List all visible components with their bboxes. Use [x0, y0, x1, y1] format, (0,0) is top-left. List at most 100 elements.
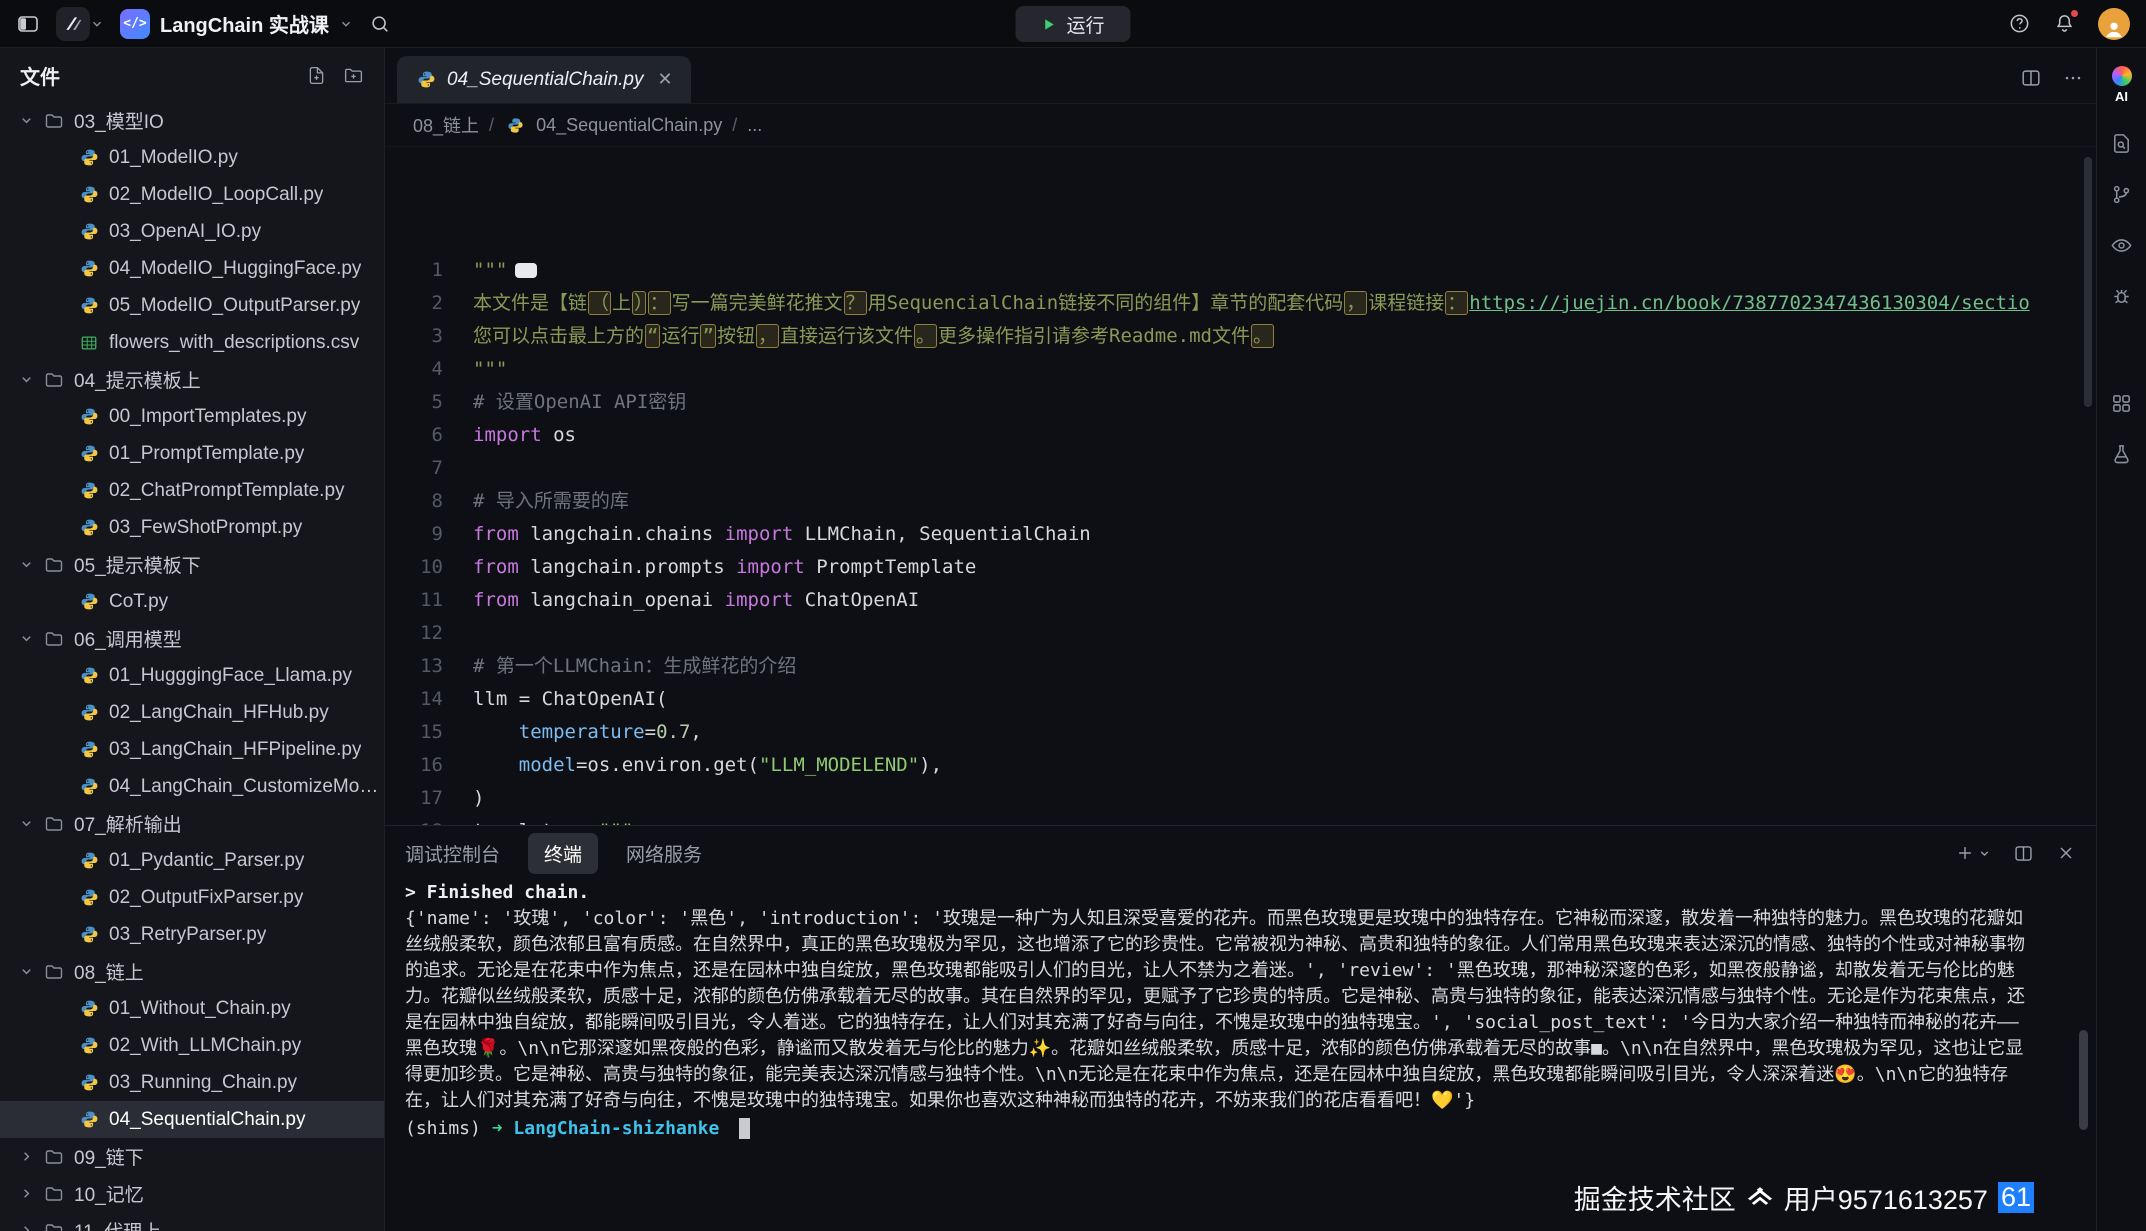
- line-number: 4: [385, 353, 473, 386]
- split-editor-icon[interactable]: [2020, 67, 2042, 89]
- ai-assistant-icon[interactable]: AI: [2112, 66, 2132, 104]
- line-number: 2: [385, 287, 473, 320]
- tree-file[interactable]: 01_Without_Chain.py: [0, 990, 384, 1027]
- breadcrumb-folder[interactable]: 08_链上: [413, 112, 479, 138]
- flask-icon[interactable]: [2110, 443, 2133, 466]
- inline-ai-widget[interactable]: [515, 263, 537, 278]
- tree-folder[interactable]: 05_提示模板下: [0, 546, 384, 583]
- tree-file[interactable]: 01_Pydantic_Parser.py: [0, 842, 384, 879]
- tree-item-label: 03_LangChain_HFPipeline.py: [109, 739, 361, 761]
- tree-file[interactable]: 04_SequentialChain.py: [0, 1101, 384, 1138]
- tree-folder[interactable]: 09_链下: [0, 1138, 384, 1175]
- editor-tab-active[interactable]: 04_SequentialChain.py ✕: [397, 56, 691, 103]
- tree-file[interactable]: 03_LangChain_HFPipeline.py: [0, 731, 384, 768]
- git-branch-icon[interactable]: [2110, 183, 2133, 206]
- tab-network-service[interactable]: 网络服务: [626, 840, 702, 867]
- folder-icon: [43, 1221, 65, 1231]
- new-file-icon[interactable]: [306, 65, 327, 86]
- topbar-left: </> LangChain 实战课: [16, 7, 391, 41]
- terminal-prompt: (shims) ➜ LangChain-shizhanke: [405, 1116, 2026, 1142]
- watermark: 掘金技术社区 用户957161325761: [1574, 1178, 2034, 1217]
- breadcrumb-more[interactable]: ...: [747, 115, 762, 136]
- tree-item-label: 01_ModelIO.py: [109, 147, 238, 169]
- right-activity-rail: AI: [2096, 48, 2146, 1231]
- tree-item-label: 02_With_LLMChain.py: [109, 1035, 301, 1057]
- workspace-logo[interactable]: [56, 7, 104, 41]
- tree-folder[interactable]: 07_解析输出: [0, 805, 384, 842]
- split-terminal-icon[interactable]: [2013, 843, 2034, 864]
- tree-file[interactable]: 02_OutputFixParser.py: [0, 879, 384, 916]
- tree-file[interactable]: 03_RetryParser.py: [0, 916, 384, 953]
- line-number: 10: [385, 551, 473, 584]
- tree-file[interactable]: CoT.py: [0, 583, 384, 620]
- terminal-scrollbar[interactable]: [2079, 1030, 2088, 1130]
- chevron-down-icon: [18, 631, 34, 646]
- line-number: 1: [385, 254, 473, 287]
- notifications-bell-icon[interactable]: [2053, 12, 2076, 35]
- tree-file[interactable]: 03_OpenAI_IO.py: [0, 213, 384, 250]
- breadcrumb: 08_链上 / 04_SequentialChain.py / ...: [385, 104, 2096, 146]
- panel-tabbar: 调试控制台 终端 网络服务: [385, 826, 2096, 880]
- grid-icon[interactable]: [2110, 392, 2133, 415]
- tree-file[interactable]: 02_LangChain_HFHub.py: [0, 694, 384, 731]
- code-line: 11from langchain_openai import ChatOpenA…: [385, 584, 2096, 617]
- tree-folder[interactable]: 06_调用模型: [0, 620, 384, 657]
- code-link[interactable]: https://juejin.cn/book/73877023474361303…: [1469, 292, 2030, 314]
- close-panel-icon[interactable]: [2056, 843, 2076, 863]
- tree-folder[interactable]: 03_模型IO: [0, 102, 384, 139]
- line-content: llm = ChatOpenAI(: [473, 683, 667, 716]
- tree-folder[interactable]: 04_提示模板上: [0, 361, 384, 398]
- run-button[interactable]: 运行: [1015, 6, 1130, 42]
- watermark-site: 掘金技术社区: [1574, 1178, 1736, 1217]
- line-number: 8: [385, 485, 473, 518]
- tab-close-icon[interactable]: ✕: [658, 69, 673, 90]
- chevron-down-icon: [18, 372, 34, 387]
- tree-file[interactable]: 01_HugggingFace_Llama.py: [0, 657, 384, 694]
- tree-folder[interactable]: 11_代理上: [0, 1212, 384, 1231]
- tree-item-label: 04_LangChain_CustomizeMod...: [109, 776, 384, 798]
- tree-file[interactable]: flowers_with_descriptions.csv: [0, 324, 384, 361]
- more-actions-icon[interactable]: [2062, 67, 2084, 89]
- python-file-icon: [78, 148, 100, 167]
- code-editor[interactable]: 1"""2本文件是【链（上）：写一篇完美鲜花推文？用SequencialChai…: [385, 146, 2096, 825]
- tab-terminal[interactable]: 终端: [528, 833, 598, 874]
- eye-icon[interactable]: [2110, 234, 2133, 257]
- sidebar-toggle-icon[interactable]: [16, 12, 40, 36]
- tab-debug-console[interactable]: 调试控制台: [405, 840, 500, 867]
- tree-file[interactable]: 00_ImportTemplates.py: [0, 398, 384, 435]
- tree-file[interactable]: 04_LangChain_CustomizeMod...: [0, 768, 384, 805]
- new-folder-icon[interactable]: [343, 65, 364, 86]
- tree-file[interactable]: 02_With_LLMChain.py: [0, 1027, 384, 1064]
- tree-item-label: 03_FewShotPrompt.py: [109, 517, 302, 539]
- tree-file[interactable]: 01_ModelIO.py: [0, 139, 384, 176]
- project-switcher[interactable]: </> LangChain 实战课: [120, 9, 353, 39]
- tree-item-label: 04_ModelIO_HuggingFace.py: [109, 258, 361, 280]
- tree-item-label: 10_记忆: [74, 1180, 144, 1207]
- tree-file[interactable]: 05_ModelIO_OutputParser.py: [0, 287, 384, 324]
- breadcrumb-file[interactable]: 04_SequentialChain.py: [536, 115, 722, 136]
- help-icon[interactable]: [2008, 12, 2031, 35]
- bug-icon[interactable]: [2110, 285, 2133, 308]
- folder-icon: [43, 111, 65, 131]
- user-avatar[interactable]: [2098, 8, 2130, 40]
- breadcrumb-separator: /: [489, 115, 494, 136]
- line-content: """: [473, 353, 507, 386]
- tree-item-label: 02_LangChain_HFHub.py: [109, 702, 329, 724]
- tree-item-label: 03_模型IO: [74, 107, 164, 134]
- tab-label: 04_SequentialChain.py: [447, 69, 644, 91]
- tree-file[interactable]: 04_ModelIO_HuggingFace.py: [0, 250, 384, 287]
- search-icon[interactable]: [369, 13, 391, 35]
- tree-file[interactable]: 03_Running_Chain.py: [0, 1064, 384, 1101]
- ai-logo-burst: [2112, 66, 2132, 86]
- python-file-icon: [78, 481, 100, 500]
- tree-folder[interactable]: 08_链上: [0, 953, 384, 990]
- tree-file[interactable]: 03_FewShotPrompt.py: [0, 509, 384, 546]
- file-search-icon[interactable]: [2110, 132, 2133, 155]
- editor-scrollbar[interactable]: [2084, 157, 2092, 407]
- tree-file[interactable]: 02_ModelIO_LoopCall.py: [0, 176, 384, 213]
- code-line: 9from langchain.chains import LLMChain, …: [385, 518, 2096, 551]
- tree-file[interactable]: 01_PromptTemplate.py: [0, 435, 384, 472]
- tree-file[interactable]: 02_ChatPromptTemplate.py: [0, 472, 384, 509]
- new-terminal-icon[interactable]: [1955, 843, 1991, 863]
- tree-folder[interactable]: 10_记忆: [0, 1175, 384, 1212]
